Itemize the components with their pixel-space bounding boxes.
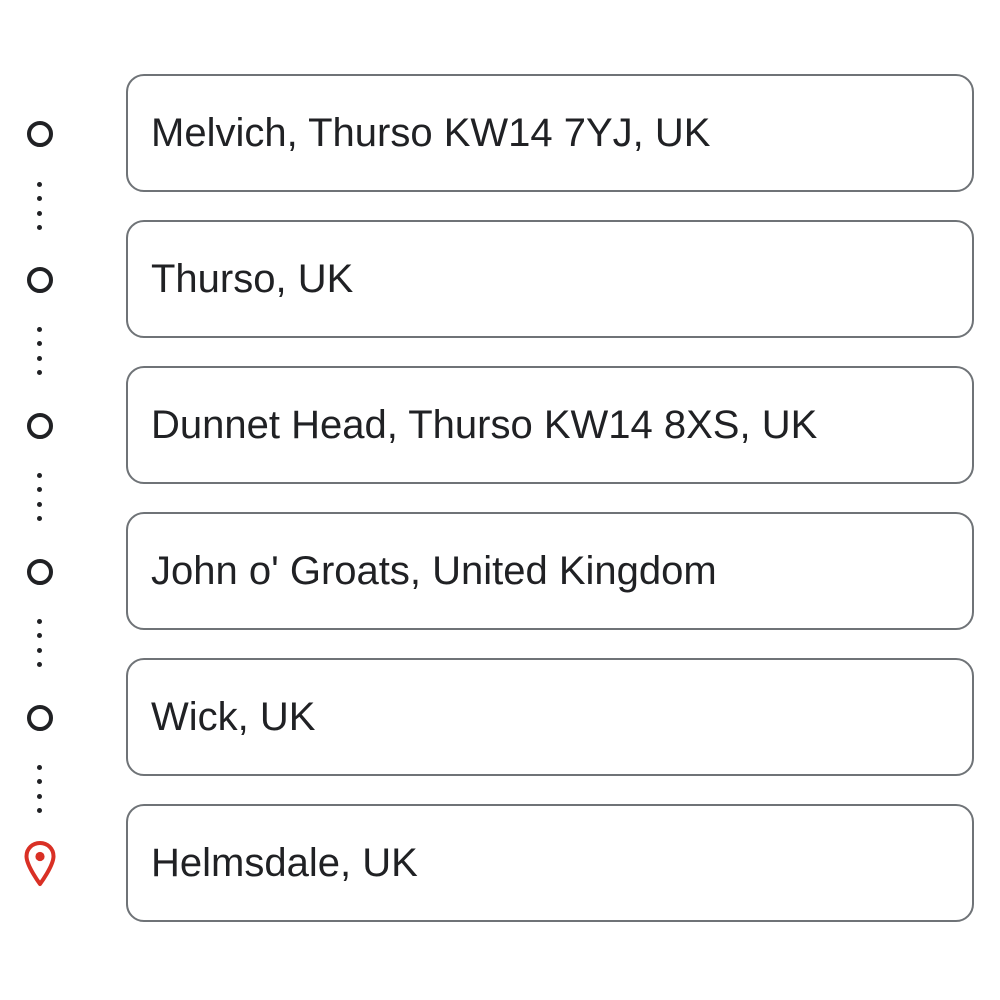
route-stop-list: Melvich, Thurso KW14 7YJ, UK Thurso, UK … [0,0,1000,1000]
route-stop-input[interactable]: Helmsdale, UK [126,804,974,922]
route-stop-row: Helmsdale, UK [0,804,1000,924]
route-stop-input[interactable]: Dunnet Head, Thurso KW14 8XS, UK [126,366,974,484]
waypoint-circle-icon [20,552,60,592]
route-stop-row: Wick, UK [0,658,1000,778]
route-stop-input[interactable]: Wick, UK [126,658,974,776]
destination-pin-icon [20,841,60,886]
route-stop-row: Thurso, UK [0,220,1000,340]
waypoint-circle-icon [20,698,60,738]
route-stop-row: Dunnet Head, Thurso KW14 8XS, UK [0,366,1000,486]
route-stop-input[interactable]: Melvich, Thurso KW14 7YJ, UK [126,74,974,192]
waypoint-circle-icon [20,114,60,154]
waypoint-circle-icon [20,260,60,300]
route-stop-input[interactable]: Thurso, UK [126,220,974,338]
route-stop-input[interactable]: John o' Groats, United Kingdom [126,512,974,630]
route-stop-row: John o' Groats, United Kingdom [0,512,1000,632]
waypoint-circle-icon [20,406,60,446]
route-stop-row: Melvich, Thurso KW14 7YJ, UK [0,74,1000,194]
